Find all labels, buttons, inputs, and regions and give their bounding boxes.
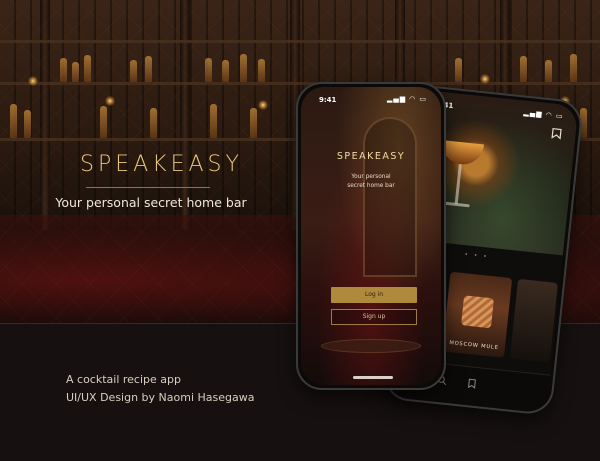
carousel-dots[interactable]: • • • [464,251,489,261]
signup-button[interactable]: Sign up [331,309,417,325]
glass-base [443,201,470,208]
hero-scene: SPEAKEASY Your personal secret home bar … [0,0,600,461]
credit-designer: UI/UX Design by Naomi Hasegawa [66,391,255,404]
glass-stem [454,164,462,205]
status-icons: ▂▄▆ ◠ ▭ [523,108,564,121]
app-logo-text: SPEAKEASY [336,151,406,162]
arched-doorway [363,117,417,277]
app-tagline-line: secret home bar [347,183,395,189]
brand-divider [86,187,210,188]
cocktail-card-moscow-mule[interactable]: MOSCOW MULE [442,271,513,358]
welcome-screen: 9:41 ▂▄▆ ◠ ▭ SPEAKEASY Your personal sec… [301,87,441,385]
bookmark-icon[interactable] [551,127,562,143]
credit-description: A cocktail recipe app [66,373,181,386]
phone-mockup-welcome: 9:41 ▂▄▆ ◠ ▭ SPEAKEASY Your personal sec… [296,82,446,390]
copper-mug-image [461,295,494,329]
status-icons: ▂▄▆ ◠ ▭ [386,95,427,103]
brand-title: SPEAKEASY [80,152,243,177]
brand-tagline: Your personal secret home bar [55,195,247,210]
app-tagline: Your personal secret home bar [301,173,441,191]
bar-table [321,339,421,353]
cocktail-card-title: MOSCOW MULE [448,340,499,352]
cocktail-glass [439,140,485,167]
app-tagline-line: Your personal [351,174,391,180]
bookmark-nav-icon[interactable] [466,378,477,392]
home-indicator[interactable] [353,376,393,379]
login-button[interactable]: Log in [331,287,417,303]
status-bar: 9:41 ▂▄▆ ◠ ▭ [301,87,441,107]
cocktail-card[interactable] [509,278,558,363]
status-time: 9:41 [319,96,337,104]
